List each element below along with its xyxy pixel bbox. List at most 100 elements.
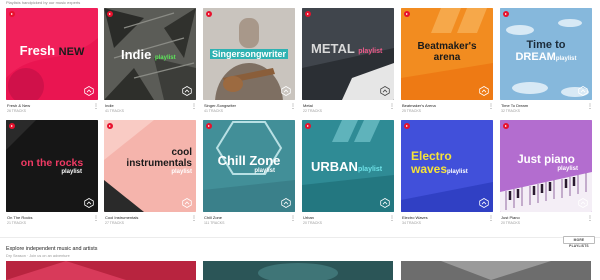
playlist-cover[interactable]: METAL playlist [302, 8, 394, 100]
track-count: 20 TRACKS [303, 221, 322, 225]
play-icon[interactable] [503, 11, 509, 17]
playlist-card[interactable]: on the rocks playlist On The Rocks 21 TR… [6, 120, 99, 225]
cover-suffix: playlist [171, 169, 192, 175]
playlist-title[interactable]: Urban [302, 215, 394, 220]
brand-badge-icon [84, 86, 94, 96]
more-options-icon[interactable]: ⋮ [389, 216, 395, 222]
more-options-icon[interactable]: ⋮ [191, 216, 197, 222]
brand-badge-icon [380, 198, 390, 208]
track-count: 111 TRACKS [204, 221, 225, 225]
more-playlists-button[interactable]: MORE PLAYLISTS [563, 236, 595, 248]
cover-suffix: playlist [61, 169, 82, 176]
play-icon[interactable] [206, 11, 212, 17]
cover-suffix: playlist [555, 55, 577, 62]
playlist-cover[interactable]: Electro wavesplaylist [401, 120, 493, 212]
playlist-cover[interactable]: Fresh NEW [6, 8, 98, 100]
play-icon[interactable] [503, 123, 509, 129]
playlist-title[interactable]: Fresh & New [6, 103, 98, 108]
playlist-title[interactable]: Indie [104, 103, 196, 108]
playlist-card[interactable]: Singersongwriter Singer-Songwriter 41 TR… [203, 8, 296, 113]
play-icon[interactable] [404, 123, 410, 129]
playlist-cover[interactable]: URBANplaylist [302, 120, 394, 212]
featured-artist-image[interactable] [203, 261, 393, 280]
brand-badge-icon [281, 198, 291, 208]
play-icon[interactable] [404, 11, 410, 17]
play-icon[interactable] [305, 123, 311, 129]
cover-suffix: playlist [358, 48, 383, 55]
playlist-card[interactable]: Indie playlist Indie 41 TRACKS ⋮ [104, 8, 197, 113]
cover-title: Chill Zone [217, 153, 281, 168]
cover-title: Indie [121, 47, 152, 62]
cover-title: Just piano [517, 154, 575, 166]
cover-title: Beatmaker's [417, 41, 477, 52]
featured-artist-image[interactable] [6, 261, 196, 280]
brand-badge-icon [281, 86, 291, 96]
brand-badge-icon [479, 198, 489, 208]
track-count: 27 TRACKS [105, 221, 124, 225]
playlist-cover[interactable]: on the rocks playlist [6, 120, 98, 212]
playlist-title[interactable]: Singer-Songwriter [203, 103, 295, 108]
cover-suffix: playlist [557, 166, 578, 173]
playlist-card[interactable]: METAL playlist Metal 22 TRACKS ⋮ [302, 8, 395, 113]
playlist-card[interactable]: cool instrumentals playlist Cool Instrum… [104, 120, 197, 225]
playlist-cover[interactable]: Time to DREAMplaylist [500, 8, 592, 100]
playlist-title[interactable]: On The Rocks [6, 215, 98, 220]
more-options-icon[interactable]: ⋮ [389, 104, 395, 110]
more-options-icon[interactable]: ⋮ [587, 104, 593, 110]
playlist-title[interactable]: Time To Dream [500, 103, 592, 108]
playlist-cover[interactable]: Chill Zone playlist [203, 120, 295, 212]
play-icon[interactable] [9, 123, 15, 129]
playlist-card[interactable]: Beatmaker's arena Beatmaker's Arena 25 T… [401, 8, 494, 113]
playlist-title[interactable]: Just Piano [500, 215, 592, 220]
playlist-cover[interactable]: Indie playlist [104, 8, 196, 100]
cover-title-accent: NEW [58, 46, 85, 58]
playlist-card[interactable]: Fresh NEW Fresh & New 26 TRACKS ⋮ [6, 8, 99, 113]
more-options-icon[interactable]: ⋮ [93, 104, 99, 110]
playlist-title[interactable]: Electro Waves [401, 215, 493, 220]
playlist-title[interactable]: Cool Instrumentals [104, 215, 196, 220]
track-count: 25 TRACKS [402, 109, 421, 113]
brand-badge-icon [380, 86, 390, 96]
brand-badge-icon [182, 86, 192, 96]
play-icon[interactable] [305, 11, 311, 17]
playlist-cover[interactable]: cool instrumentals playlist [104, 120, 196, 212]
play-icon[interactable] [206, 123, 212, 129]
more-options-icon[interactable]: ⋮ [191, 104, 197, 110]
play-icon[interactable] [107, 11, 113, 17]
track-count: 21 TRACKS [7, 221, 26, 225]
explore-section-subtitle: Dry Season · Join us on an adventure [6, 254, 70, 258]
more-options-icon[interactable]: ⋮ [488, 104, 494, 110]
more-options-icon[interactable]: ⋮ [290, 216, 296, 222]
play-icon[interactable] [107, 123, 113, 129]
playlist-cover[interactable]: Beatmaker's arena [401, 8, 493, 100]
playlist-card[interactable]: Chill Zone playlist Chill Zone 111 TRACK… [203, 120, 296, 225]
more-options-icon[interactable]: ⋮ [93, 216, 99, 222]
playlist-card[interactable]: URBANplaylist Urban 20 TRACKS ⋮ [302, 120, 395, 225]
playlist-card[interactable]: Electro wavesplaylist Electro Waves 34 T… [401, 120, 494, 225]
more-options-icon[interactable]: ⋮ [587, 216, 593, 222]
playlist-title[interactable]: Beatmaker's Arena [401, 103, 493, 108]
playlist-title[interactable]: Chill Zone [203, 215, 295, 220]
section-subtitle: Playlists handpicked by our music expert… [6, 0, 81, 5]
cover-suffix: playlist [357, 166, 383, 173]
cover-title-second: arena [433, 51, 461, 63]
track-count: 41 TRACKS [105, 109, 124, 113]
playlist-card[interactable]: Just piano playlist Just Piano 20 TRACKS… [500, 120, 593, 225]
playlist-card[interactable]: Time to DREAMplaylist Time To Dream 32 T… [500, 8, 593, 113]
section-divider [0, 237, 600, 238]
track-count: 32 TRACKS [501, 109, 520, 113]
cover-title: on the rocks [20, 157, 84, 169]
teaser-art [401, 261, 591, 280]
playlist-cover[interactable]: Just piano playlist [500, 120, 592, 212]
playlist-cover[interactable]: Singersongwriter [203, 8, 295, 100]
brand-badge-icon [578, 198, 588, 208]
teaser-art [6, 261, 196, 280]
play-icon[interactable] [9, 11, 15, 17]
more-options-icon[interactable]: ⋮ [488, 216, 494, 222]
brand-badge-icon [84, 198, 94, 208]
featured-artist-image[interactable] [401, 261, 591, 280]
cover-title: Fresh [19, 43, 56, 58]
playlist-title[interactable]: Metal [302, 103, 394, 108]
more-options-icon[interactable]: ⋮ [290, 104, 296, 110]
cover-suffix: playlist [254, 167, 275, 174]
